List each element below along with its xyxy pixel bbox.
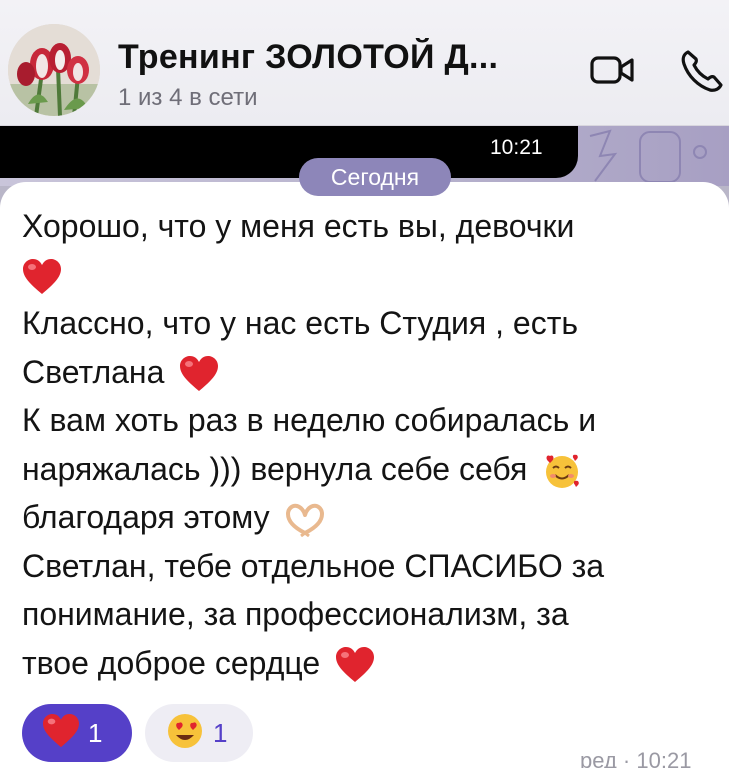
message-line: Светлан, тебе отдельное СПАСИБО за	[22, 542, 712, 591]
video-call-icon[interactable]	[588, 46, 636, 94]
message-line-text: Хорошо, что у меня есть вы, девочки	[22, 208, 575, 244]
message-line-text: К вам хоть раз в неделю собиралась и	[22, 402, 597, 438]
message-line: благодаря этому	[22, 493, 712, 542]
tulips-avatar-icon	[8, 24, 100, 116]
heart-eyes-icon	[165, 711, 205, 756]
message-line: К вам хоть раз в неделю собиралась и	[22, 396, 712, 445]
message-line-text: понимание, за профессионализм, за	[22, 596, 569, 632]
message-line: наряжалась ))) вернула себе себя	[22, 445, 712, 494]
date-separator: Сегодня	[299, 158, 451, 196]
message-text: Хорошо, что у меня есть вы, девочки Клас…	[22, 202, 712, 687]
message-line-text: твое доброе сердце	[22, 644, 321, 681]
message-line: понимание, за профессионализм, за	[22, 590, 712, 639]
message-line-text: Светлана	[22, 353, 165, 390]
chat-avatar[interactable]	[8, 24, 100, 116]
heart-hands-icon	[285, 503, 325, 537]
previous-message-time: 10:21	[490, 136, 543, 159]
message-line-text: Светлан, тебе отдельное СПАСИБО за	[22, 547, 605, 584]
chat-header: Тренинг ЗОЛОТОЙ Д... 1 из 4 в сети	[0, 0, 729, 126]
reaction-count: 1	[88, 717, 103, 748]
message-line: твое доброе сердце	[22, 639, 712, 688]
red-heart-icon	[179, 355, 219, 393]
chat-title[interactable]: Тренинг ЗОЛОТОЙ Д...	[118, 38, 548, 77]
red-heart-icon	[335, 646, 375, 684]
reaction-heart-button[interactable]: 1	[22, 704, 132, 762]
reaction-heart-eyes-button[interactable]: 1	[145, 704, 253, 762]
red-heart-icon	[42, 713, 80, 754]
message-line: Светлана	[22, 348, 712, 397]
reaction-count: 1	[213, 717, 228, 748]
message-line-text: благодаря этому	[22, 499, 270, 535]
message-line	[22, 251, 712, 300]
red-heart-icon	[22, 258, 62, 296]
phone-call-icon[interactable]	[678, 46, 726, 94]
online-status: 1 из 4 в сети	[118, 84, 258, 111]
message-line-text: Классно, что у нас есть Студия , есть	[22, 305, 579, 341]
message-edited-time: ред · 10:21	[580, 748, 692, 768]
message-line: Хорошо, что у меня есть вы, девочки	[22, 202, 712, 251]
smiling-face-with-hearts-icon	[542, 451, 582, 491]
message-line-text: наряжалась ))) вернула себе себя	[22, 450, 528, 487]
message-line: Классно, что у нас есть Студия , есть	[22, 299, 712, 348]
